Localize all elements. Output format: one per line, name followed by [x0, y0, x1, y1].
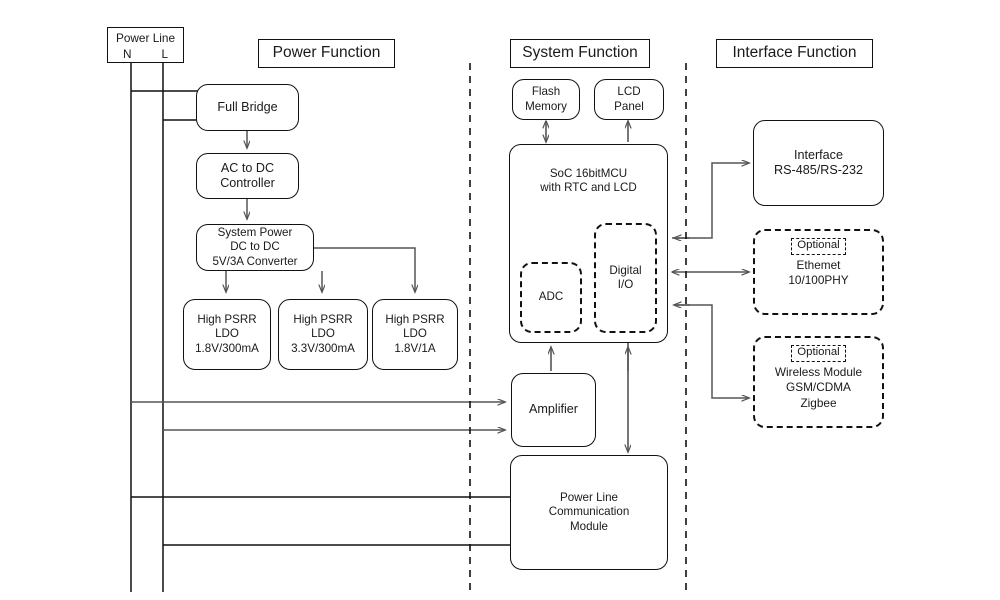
block-interface-rs485-rs232[interactable]: Interface RS-485/RS-232: [753, 120, 884, 206]
block-digital-io-label: Digital I/O: [609, 263, 642, 291]
diagram-canvas: Power Function System Function Interface…: [0, 0, 1000, 600]
power-line-terminals: N L: [108, 47, 183, 61]
block-ldo-3-3v-300ma[interactable]: High PSRR LDO 3.3V/300mA: [278, 299, 368, 370]
block-plc-module[interactable]: Power Line Communication Module: [510, 455, 668, 570]
interface-links: [672, 163, 749, 398]
block-full-bridge-label: Full Bridge: [217, 99, 278, 114]
block-digital-io[interactable]: Digital I/O: [594, 223, 657, 333]
block-flash-memory-label: Flash Memory: [525, 85, 567, 113]
block-adc[interactable]: ADC: [520, 262, 582, 333]
block-flash-memory[interactable]: Flash Memory: [512, 79, 580, 120]
block-ethernet-phy[interactable]: Optional Ethemet 10/100PHY: [753, 229, 884, 315]
block-plc-module-label: Power Line Communication Module: [548, 491, 630, 533]
block-ldo-1-8v-300ma-label: High PSRR LDO 1.8V/300mA: [195, 313, 259, 355]
block-ldo-1-8v-1a-label: High PSRR LDO 1.8V/1A: [385, 313, 445, 355]
power-line-source: Power Line N L: [107, 27, 184, 63]
block-ac-to-dc-controller-label: AC to DC Controller: [220, 160, 275, 190]
section-header-system: System Function: [510, 39, 650, 68]
section-header-system-label: System Function: [522, 44, 638, 62]
block-ldo-1-8v-300ma[interactable]: High PSRR LDO 1.8V/300mA: [183, 299, 271, 370]
block-amplifier-label: Amplifier: [529, 402, 578, 417]
section-header-interface: Interface Function: [716, 39, 873, 68]
block-system-power-converter-label: System Power DC to DC 5V/3A Converter: [212, 226, 298, 268]
block-amplifier[interactable]: Amplifier: [511, 373, 596, 447]
block-ac-to-dc-controller[interactable]: AC to DC Controller: [196, 153, 299, 199]
power-line-title: Power Line: [115, 31, 176, 45]
block-soc-mcu-label: SoC 16bitMCU with RTC and LCD: [540, 167, 637, 195]
block-system-power-converter[interactable]: System Power DC to DC 5V/3A Converter: [196, 224, 314, 271]
block-lcd-panel[interactable]: LCD Panel: [594, 79, 664, 120]
power-line-terminal-l: L: [161, 47, 169, 62]
sense-lines-to-amplifier: [131, 402, 505, 430]
block-full-bridge[interactable]: Full Bridge: [196, 84, 299, 131]
block-adc-label: ADC: [538, 290, 564, 304]
power-line-terminal-n: N: [122, 47, 132, 62]
block-ldo-3-3v-300ma-label: High PSRR LDO 3.3V/300mA: [291, 313, 355, 355]
section-header-power-label: Power Function: [272, 44, 381, 62]
section-header-interface-label: Interface Function: [732, 44, 857, 62]
block-lcd-panel-label: LCD Panel: [614, 85, 644, 113]
block-ethernet-phy-label: Ethemet 10/100PHY: [788, 257, 849, 288]
block-interface-rs485-rs232-label: Interface RS-485/RS-232: [774, 147, 863, 177]
block-ldo-1-8v-1a[interactable]: High PSRR LDO 1.8V/1A: [372, 299, 458, 370]
section-header-power: Power Function: [258, 39, 395, 68]
optional-tag-wireless: Optional: [791, 345, 846, 362]
block-wireless-module[interactable]: Optional Wireless Module GSM/CDMA Zigbee: [753, 336, 884, 428]
block-wireless-module-label: Wireless Module GSM/CDMA Zigbee: [774, 364, 863, 410]
optional-tag-ethernet: Optional: [791, 238, 846, 255]
